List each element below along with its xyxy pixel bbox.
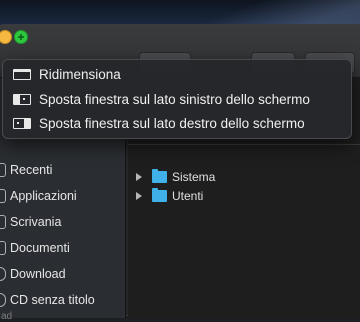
sidebar-item-label: Scrivania bbox=[10, 215, 62, 229]
menu-item-label: Sposta finestra sul lato destro dello sc… bbox=[39, 115, 305, 131]
sidebar-item-scrivania[interactable]: Scrivania bbox=[0, 211, 125, 233]
sidebar-section-label: ad bbox=[1, 311, 13, 322]
window-resize-icon bbox=[13, 68, 31, 80]
minimize-button[interactable] bbox=[0, 30, 12, 44]
disc-icon bbox=[0, 293, 6, 307]
disclosure-triangle-icon[interactable] bbox=[136, 192, 142, 200]
sidebar-item-applicazioni[interactable]: Applicazioni bbox=[0, 185, 125, 207]
sidebar-item-label: Documenti bbox=[10, 241, 70, 255]
clock-icon bbox=[0, 163, 6, 177]
zoom-button[interactable] bbox=[14, 30, 28, 44]
menu-item-label: Ridimensiona bbox=[39, 66, 121, 82]
menu-item-tile-left[interactable]: Sposta finestra sul lato sinistro dello … bbox=[13, 88, 310, 110]
sidebar-item-label: CD senza titolo bbox=[10, 293, 95, 307]
download-icon bbox=[0, 267, 6, 281]
list-item-label: Utenti bbox=[172, 189, 204, 203]
sidebar-item-documenti[interactable]: Documenti bbox=[0, 237, 125, 259]
folder-icon bbox=[152, 188, 167, 202]
tile-left-icon bbox=[13, 93, 31, 105]
list-item-label: Sistema bbox=[172, 170, 216, 184]
sidebar-item-label: Download bbox=[10, 267, 66, 281]
folder-icon bbox=[152, 169, 167, 183]
sidebar-item-label: Applicazioni bbox=[10, 189, 77, 203]
window-tile-menu: Ridimensiona Sposta finestra sul lato si… bbox=[2, 59, 352, 139]
sidebar-item-download[interactable]: Download bbox=[0, 263, 125, 285]
desktop-icon bbox=[0, 215, 6, 229]
menu-item-tile-right[interactable]: Sposta finestra sul lato destro dello sc… bbox=[13, 112, 305, 134]
plus-icon bbox=[18, 34, 24, 40]
tile-right-icon bbox=[13, 117, 31, 129]
menu-item-label: Sposta finestra sul lato sinistro dello … bbox=[39, 91, 310, 107]
sidebar-item-label: Recenti bbox=[10, 163, 53, 177]
sidebar-item-cd[interactable]: CD senza titolo bbox=[0, 289, 125, 311]
list-item[interactable]: Utenti bbox=[136, 187, 203, 205]
applications-icon bbox=[0, 189, 6, 203]
document-icon bbox=[0, 241, 6, 255]
menu-item-resize[interactable]: Ridimensiona bbox=[13, 63, 121, 85]
disclosure-triangle-icon[interactable] bbox=[136, 173, 142, 181]
list-item[interactable]: Sistema bbox=[136, 168, 215, 186]
sidebar-item-recenti[interactable]: Recenti bbox=[0, 159, 125, 181]
